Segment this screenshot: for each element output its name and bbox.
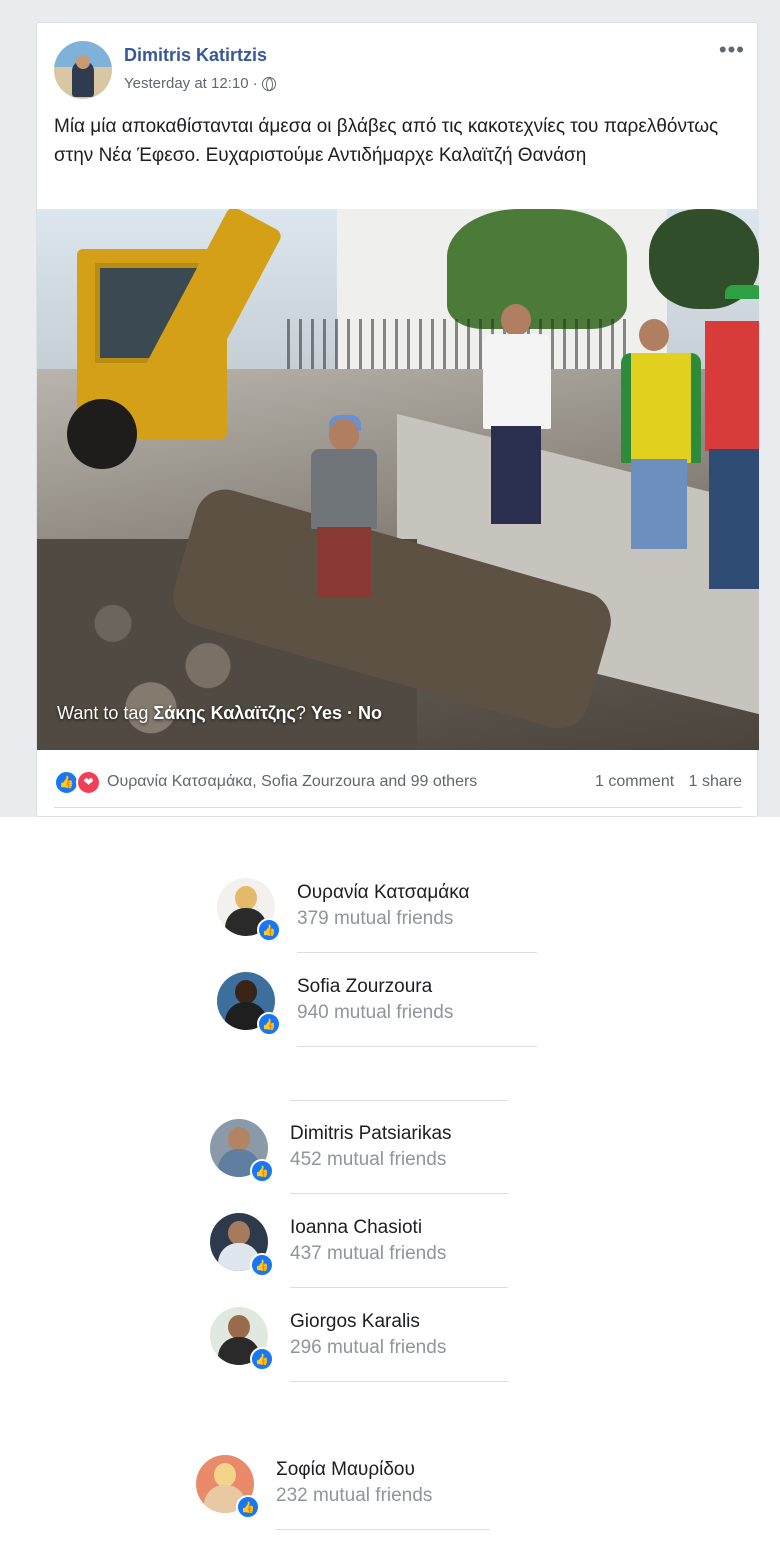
list-divider (276, 1529, 490, 1530)
list-divider (297, 1046, 537, 1047)
list-divider (290, 1193, 508, 1194)
friend-name[interactable]: Giorgos Karalis (290, 1311, 420, 1333)
list-divider (290, 1287, 508, 1288)
tag-suggestion: Want to tag Σάκης Καλαϊτζης? Yes · No (57, 703, 382, 724)
post-footer: 👍 ❤ Ουρανία Κατσαμάκα, Sofia Zourzoura a… (54, 762, 742, 802)
list-divider (290, 1381, 508, 1382)
photo-worker (305, 415, 385, 609)
reaction-icons[interactable]: 👍 ❤ (54, 769, 101, 795)
post-text: Μία μία αποκαθίστανται άμεσα οι βλάβες α… (54, 116, 719, 166)
share-count-link[interactable]: 1 share (689, 773, 742, 790)
tag-separator: · (347, 703, 353, 723)
mutual-friends-count[interactable]: 232 mutual friends (276, 1485, 432, 1507)
like-badge-icon: 👍 (250, 1347, 274, 1371)
author-avatar[interactable] (54, 41, 112, 99)
post-counts: 1 comment 1 share (585, 773, 742, 791)
friend-name[interactable]: Ουρανία Κατσαμάκα (297, 882, 470, 904)
post-meta: Yesterday at 12:10 · (124, 75, 276, 92)
footer-divider (54, 807, 742, 808)
like-badge-icon: 👍 (257, 918, 281, 942)
reactors-link[interactable]: Ουρανία Κατσαμάκα, Sofia Zourzoura and 9… (107, 773, 585, 791)
like-badge-icon: 👍 (250, 1159, 274, 1183)
photo-person-yellow-shirt (615, 319, 705, 569)
mutual-friends-count[interactable]: 452 mutual friends (290, 1149, 446, 1171)
comment-count-link[interactable]: 1 comment (595, 773, 674, 790)
post-timestamp[interactable]: Yesterday at 12:10 · (124, 75, 258, 92)
friend-name[interactable]: Sofia Zourzoura (297, 976, 432, 998)
tag-no-button[interactable]: No (358, 703, 382, 723)
list-divider (297, 952, 537, 953)
avatar-head (76, 55, 90, 69)
like-badge-icon: 👍 (236, 1495, 260, 1519)
tag-prompt-suffix: ? (295, 703, 306, 723)
more-options-icon[interactable]: ••• (719, 37, 745, 63)
post-card: Dimitris Katirtzis Yesterday at 12:10 · … (36, 22, 759, 817)
tag-prompt-prefix: Want to tag (57, 703, 154, 723)
tag-yes-button[interactable]: Yes (311, 703, 342, 723)
friend-name[interactable]: Σοφία Μαυρίδου (276, 1459, 415, 1481)
photo-person-white-shirt (477, 304, 557, 524)
like-badge-icon: 👍 (257, 1012, 281, 1036)
mutual-friends-count[interactable]: 296 mutual friends (290, 1337, 446, 1359)
mutual-friends-count[interactable]: 437 mutual friends (290, 1243, 446, 1265)
mutual-friends-count[interactable]: 379 mutual friends (297, 908, 453, 930)
section-divider (290, 1100, 508, 1101)
tag-suggested-name: Σάκης Καλαϊτζης (153, 703, 296, 723)
mutual-friends-count[interactable]: 940 mutual friends (297, 1002, 453, 1024)
photo-person-red-shirt (705, 285, 759, 599)
love-reaction-icon: ❤ (76, 769, 101, 795)
author-name-link[interactable]: Dimitris Katirtzis (124, 45, 267, 66)
post-photo[interactable]: Want to tag Σάκης Καλαϊτζης? Yes · No (37, 209, 759, 750)
friend-name[interactable]: Dimitris Patsiarikas (290, 1123, 452, 1145)
public-globe-icon (261, 76, 276, 91)
like-badge-icon: 👍 (250, 1253, 274, 1277)
friend-name[interactable]: Ioanna Chasioti (290, 1217, 422, 1239)
